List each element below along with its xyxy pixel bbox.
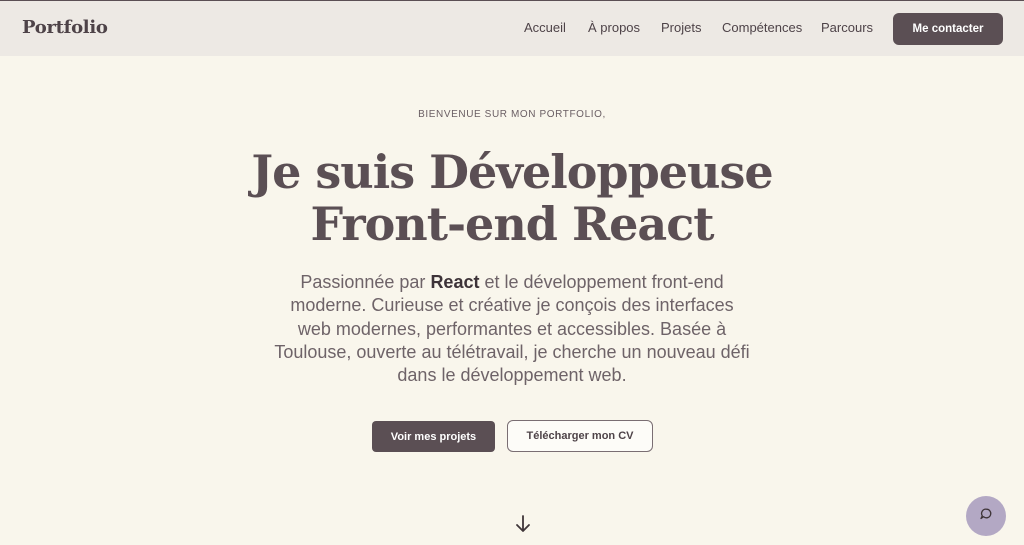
- intro-paragraph: Passionnée par React et le développement…: [272, 271, 752, 387]
- nav-link-projets[interactable]: Projets: [661, 20, 701, 35]
- welcome-eyebrow: BIENVENUE SUR MON PORTFOLIO,: [418, 109, 606, 120]
- hero-headline: Je suis Développeuse Front-end React: [0, 146, 1024, 250]
- view-projects-button[interactable]: Voir mes projets: [372, 421, 495, 452]
- nav-link-a-propos[interactable]: À propos: [588, 20, 640, 35]
- nav-link-competences[interactable]: Compétences: [722, 20, 802, 35]
- download-cv-button[interactable]: Télécharger mon CV: [507, 420, 653, 452]
- headline-line-2: Front-end React: [310, 197, 715, 251]
- contact-button[interactable]: Me contacter: [893, 13, 1003, 45]
- chat-button[interactable]: [966, 496, 1006, 536]
- intro-react-highlight: React: [430, 272, 480, 292]
- top-navigation-bar: Portfolio Accueil À propos Projets Compé…: [0, 0, 1024, 56]
- chat-icon: [979, 507, 993, 526]
- nav-link-accueil[interactable]: Accueil: [524, 20, 566, 35]
- nav-link-parcours[interactable]: Parcours: [821, 20, 873, 35]
- intro-text-start: Passionnée par: [300, 272, 431, 292]
- headline-line-1: Je suis Développeuse: [251, 145, 773, 199]
- arrow-down-icon[interactable]: [514, 514, 532, 534]
- main-nav: Accueil À propos Projets Compétences Par…: [0, 20, 1024, 40]
